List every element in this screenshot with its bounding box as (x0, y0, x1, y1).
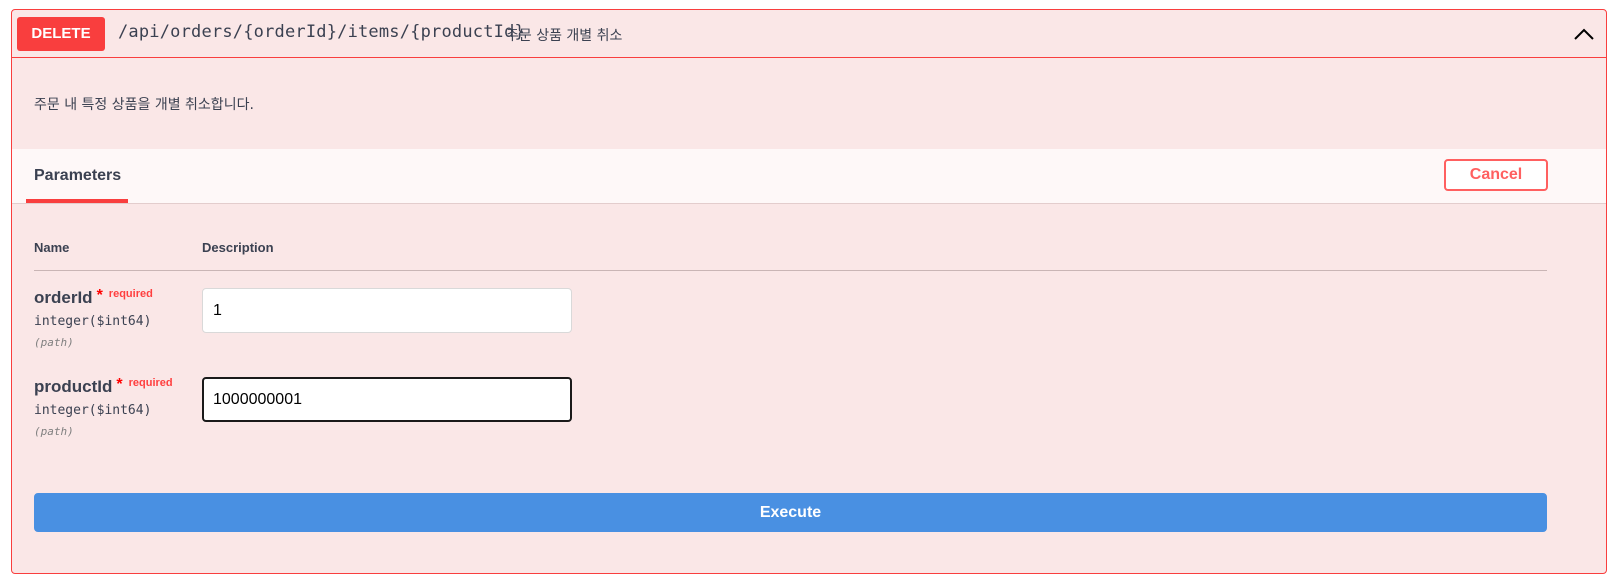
method-badge: DELETE (17, 17, 105, 51)
parameter-name-text: orderId (34, 288, 93, 307)
operation-block: DELETE /api/orders/{orderId}/items/{prod… (11, 9, 1607, 574)
cancel-button[interactable]: Cancel (1444, 159, 1548, 191)
column-header-name: Name (34, 240, 70, 255)
required-star: * (116, 376, 123, 393)
tab-parameters[interactable]: Parameters (26, 149, 128, 203)
tab-parameters-label: Parameters (34, 167, 122, 184)
operation-summary-text: 주문 상품 개별 취소 (506, 28, 623, 44)
column-header-description: Description (202, 240, 274, 255)
required-label: required (108, 288, 153, 300)
tab-active-indicator (26, 199, 128, 203)
productId-input[interactable] (202, 377, 572, 422)
parameter-name-text: productId (34, 377, 113, 396)
parameter-name: orderId * required (34, 287, 153, 308)
chevron-up-icon[interactable] (1570, 20, 1598, 48)
required-label: required (128, 377, 173, 389)
parameter-name: productId * required (34, 376, 173, 397)
parameter-type: integer($int64) (34, 314, 152, 329)
parameter-location: (path) (34, 336, 74, 349)
parameter-type: integer($int64) (34, 403, 152, 418)
operation-summary[interactable]: DELETE /api/orders/{orderId}/items/{prod… (12, 10, 1606, 58)
orderId-input[interactable] (202, 288, 572, 333)
table-header-divider (34, 270, 1547, 271)
endpoint-path: /api/orders/{orderId}/items/{productId} (118, 22, 525, 42)
required-star: * (96, 287, 103, 304)
parameter-location: (path) (34, 425, 74, 438)
execute-button[interactable]: Execute (34, 493, 1547, 532)
parameters-header: Parameters Cancel (12, 149, 1606, 204)
operation-description: 주문 내 특정 상품을 개별 취소합니다. (34, 97, 254, 113)
